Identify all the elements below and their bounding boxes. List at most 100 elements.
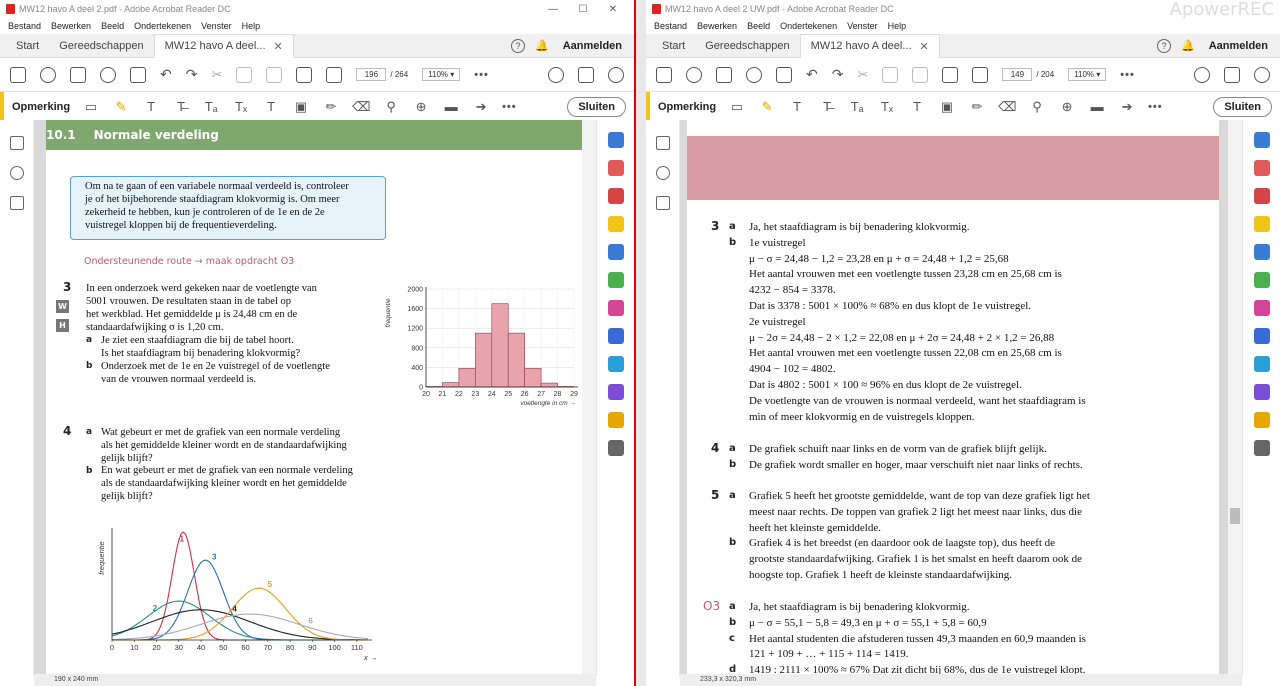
- route-link[interactable]: Ondersteunende route → maak opdracht O3: [84, 256, 294, 267]
- add-text-icon[interactable]: T: [262, 99, 280, 114]
- zoom-search-icon[interactable]: [100, 66, 116, 83]
- document-view[interactable]: 3 a Ja, het staafdiagram is bij benadering…: [680, 120, 1242, 676]
- insert-text-icon[interactable]: Tₓ: [232, 99, 250, 114]
- tab-gereedschappen[interactable]: Gereedschappen: [695, 34, 799, 58]
- zoom-select[interactable]: 110% ▾: [1068, 68, 1107, 81]
- arrow-icon[interactable]: ➔: [472, 99, 490, 115]
- add-text-icon[interactable]: T: [908, 99, 926, 114]
- protect-icon[interactable]: [1253, 328, 1270, 344]
- tab-document[interactable]: MW12 havo A deel... ✕: [153, 33, 294, 58]
- stamp-icon[interactable]: ⚲: [382, 99, 400, 115]
- upload-cloud-icon[interactable]: [686, 66, 702, 83]
- paste-icon[interactable]: [912, 66, 929, 83]
- arrow-icon[interactable]: ➔: [1118, 99, 1136, 115]
- login-button[interactable]: Aanmelden: [1209, 40, 1268, 52]
- page-view-icon[interactable]: [972, 66, 989, 83]
- add-user-icon[interactable]: [608, 66, 624, 83]
- stamp-icon[interactable]: ⚲: [1028, 99, 1046, 115]
- text-box-icon[interactable]: ▣: [292, 99, 310, 115]
- menu-help[interactable]: Help: [242, 21, 261, 31]
- compress-icon[interactable]: [607, 272, 624, 288]
- close-comment-button[interactable]: Sluiten: [567, 96, 626, 117]
- menu-venster[interactable]: Venster: [201, 21, 232, 31]
- menu-venster[interactable]: Venster: [847, 21, 878, 31]
- bookmarks-icon[interactable]: [655, 196, 670, 210]
- create-pdf-icon[interactable]: [1253, 132, 1270, 148]
- protect-icon[interactable]: [607, 328, 624, 344]
- menu-bewerken[interactable]: Bewerken: [697, 21, 737, 31]
- vertical-scrollbar[interactable]: [1228, 120, 1242, 676]
- snapshot-icon[interactable]: [942, 66, 959, 83]
- more-tools-rail-icon[interactable]: [607, 440, 624, 456]
- pencil-icon[interactable]: ✏: [322, 99, 340, 115]
- menu-ondertekenen[interactable]: Ondertekenen: [134, 21, 191, 31]
- fill-sign-icon[interactable]: [607, 300, 624, 316]
- create-pdf-icon[interactable]: [607, 132, 624, 148]
- replace-text-icon[interactable]: Tₐ: [848, 99, 866, 114]
- insert-text-icon[interactable]: Tₓ: [878, 99, 896, 114]
- help-icon[interactable]: ?: [1157, 38, 1171, 53]
- pages-thumbnail-icon[interactable]: [9, 136, 24, 150]
- tab-document[interactable]: MW12 havo A deel... ✕: [799, 33, 940, 58]
- vertical-scrollbar[interactable]: [582, 120, 596, 676]
- scroll-thumb[interactable]: [1230, 508, 1240, 524]
- copy-icon[interactable]: [882, 66, 899, 83]
- link-icon[interactable]: [548, 66, 564, 83]
- maximize-button[interactable]: ☐: [568, 4, 598, 15]
- find-page-icon[interactable]: [776, 66, 792, 83]
- underline-text-icon[interactable]: T: [142, 99, 160, 114]
- pencil-icon[interactable]: ✏: [968, 99, 986, 115]
- save-icon[interactable]: [656, 66, 672, 83]
- minimize-button[interactable]: —: [538, 4, 568, 15]
- close-tab-icon[interactable]: ✕: [920, 40, 929, 53]
- combine-files-icon[interactable]: [607, 244, 624, 260]
- menu-help[interactable]: Help: [888, 21, 907, 31]
- zoom-select[interactable]: 110% ▾: [422, 68, 461, 81]
- sticky-note-icon[interactable]: ▭: [728, 99, 746, 115]
- organize-pages-icon[interactable]: [1253, 160, 1270, 176]
- sticky-note-icon[interactable]: ▭: [82, 99, 100, 115]
- save-icon[interactable]: [10, 66, 26, 83]
- attach-icon[interactable]: ⊕: [1058, 99, 1076, 115]
- menu-bewerken[interactable]: Bewerken: [51, 21, 91, 31]
- document-view[interactable]: 10.1 Normale verdeling Om na te gaan of …: [34, 120, 596, 676]
- attachments-icon[interactable]: [655, 166, 670, 180]
- zoom-search-icon[interactable]: [746, 66, 762, 83]
- undo-icon[interactable]: ↶: [806, 66, 818, 83]
- line-icon[interactable]: ▬: [1088, 99, 1106, 114]
- send-for-review-icon[interactable]: [607, 412, 624, 428]
- find-page-icon[interactable]: [130, 66, 146, 83]
- print-icon[interactable]: [70, 66, 86, 83]
- upload-cloud-icon[interactable]: [40, 66, 56, 83]
- redo-icon[interactable]: ↷: [832, 66, 844, 83]
- help-icon[interactable]: ?: [511, 38, 525, 53]
- edit-pdf-icon[interactable]: [1253, 384, 1270, 400]
- menu-bestand[interactable]: Bestand: [8, 21, 41, 31]
- page-number-input[interactable]: 196: [356, 68, 387, 81]
- export-pdf-icon[interactable]: [607, 188, 624, 204]
- page-view-icon[interactable]: [326, 66, 343, 83]
- highlight-icon[interactable]: ✎: [112, 99, 130, 115]
- menu-bestand[interactable]: Bestand: [654, 21, 687, 31]
- link-icon[interactable]: [1194, 66, 1210, 83]
- menu-beeld[interactable]: Beeld: [747, 21, 770, 31]
- add-user-icon[interactable]: [1254, 66, 1270, 83]
- paste-icon[interactable]: [266, 66, 283, 83]
- strikethrough-icon[interactable]: T̶: [818, 99, 836, 114]
- snapshot-icon[interactable]: [296, 66, 313, 83]
- notification-bell-icon[interactable]: 🔔: [535, 39, 549, 52]
- tab-start[interactable]: Start: [6, 34, 49, 58]
- attachments-icon[interactable]: [9, 166, 24, 180]
- attach-icon[interactable]: ⊕: [412, 99, 430, 115]
- scan-icon[interactable]: [1253, 356, 1270, 372]
- line-icon[interactable]: ▬: [442, 99, 460, 114]
- close-window-button[interactable]: ✕: [598, 4, 628, 15]
- export-pdf-icon[interactable]: [1253, 188, 1270, 204]
- more-comment-tools-icon[interactable]: •••: [502, 101, 517, 113]
- replace-text-icon[interactable]: Tₐ: [202, 99, 220, 114]
- edit-pdf-icon[interactable]: [607, 384, 624, 400]
- print-icon[interactable]: [716, 66, 732, 83]
- comment-tool-icon[interactable]: [607, 216, 624, 232]
- undo-icon[interactable]: ↶: [160, 66, 172, 83]
- page-number-input[interactable]: 149: [1002, 68, 1033, 81]
